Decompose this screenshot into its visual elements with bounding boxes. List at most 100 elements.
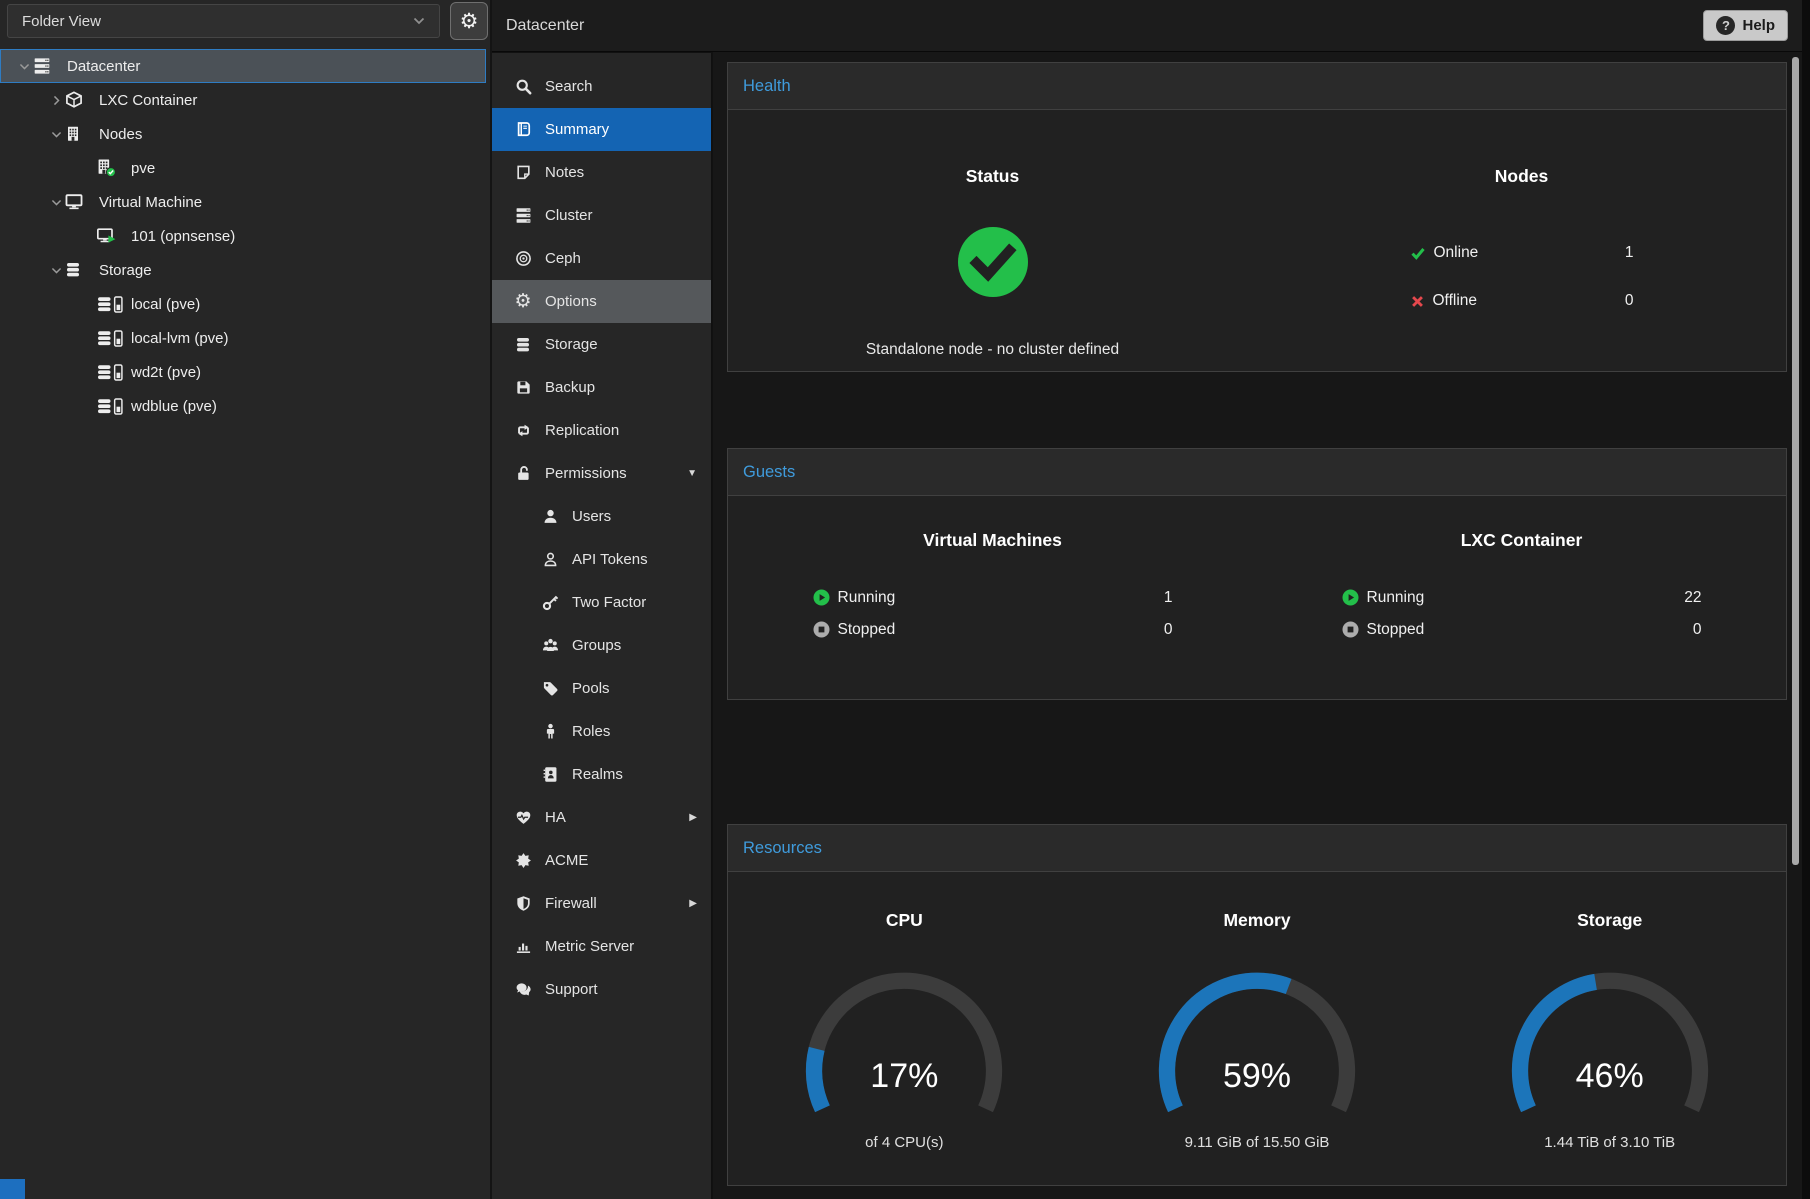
menu-item-label: Replication — [545, 422, 619, 439]
node-online-icon — [97, 159, 116, 177]
menu-item-search[interactable]: Search — [492, 65, 711, 108]
tree-item-wd2t-pve[interactable]: wd2t (pve) — [0, 355, 486, 389]
storage-usage-icon — [97, 330, 124, 347]
storage-usage-icon — [97, 296, 124, 313]
storage-usage-icon — [97, 364, 124, 381]
gauge-sublabel: 1.44 TiB of 3.10 TiB — [1433, 1134, 1786, 1151]
menu-item-groups[interactable]: Groups — [492, 624, 711, 667]
panel-guests: Guests Virtual MachinesRunning1Stopped0L… — [727, 448, 1787, 700]
play-circle-icon — [813, 589, 830, 606]
gauge-memory: Memory 59%9.11 GiB of 15.50 GiB — [1081, 872, 1434, 1185]
guest-column-heading: Virtual Machines — [728, 530, 1257, 551]
menu-item-backup[interactable]: Backup — [492, 366, 711, 409]
menu-item-replication[interactable]: Replication — [492, 409, 711, 452]
tree-item-local-pve[interactable]: local (pve) — [0, 287, 486, 321]
cube-icon — [65, 91, 83, 109]
chevron-down-icon[interactable] — [50, 196, 65, 209]
health-status-column: Status Standalone node - no cluster defi… — [728, 110, 1257, 371]
tree-item-nodes[interactable]: Nodes — [0, 117, 486, 151]
monitor-icon — [65, 194, 83, 211]
cluster-icon — [515, 207, 532, 224]
status-message: Standalone node - no cluster defined — [728, 341, 1257, 359]
guest-row-value: 1 — [1164, 589, 1173, 607]
chevron-right-icon[interactable] — [50, 94, 65, 107]
tree-item-wdblue-pve[interactable]: wdblue (pve) — [0, 389, 486, 423]
menu-item-users[interactable]: Users — [492, 495, 711, 538]
menu-item-metric-server[interactable]: Metric Server — [492, 925, 711, 968]
check-circle-icon — [728, 225, 1257, 304]
menu-item-cluster[interactable]: Cluster — [492, 194, 711, 237]
menu-item-two-factor[interactable]: Two Factor — [492, 581, 711, 624]
panel-title: Guests — [728, 449, 1786, 496]
scrollbar-thumb[interactable] — [1792, 57, 1799, 865]
storage-usage-icon — [97, 398, 124, 415]
gauge-heading: Memory — [1081, 910, 1434, 931]
node-status-label: Online — [1434, 244, 1479, 262]
guest-row-label: Running — [838, 589, 896, 607]
tree-item-label: wdblue (pve) — [131, 398, 217, 415]
tree-settings-button[interactable]: ⚙ — [450, 2, 488, 40]
guest-row-label: Running — [1367, 589, 1425, 607]
node-status-row-online: Online1 — [1396, 236, 1648, 270]
unlock-icon — [515, 465, 532, 482]
guest-row-value: 0 — [1164, 621, 1173, 639]
chevron-down-icon[interactable] — [50, 264, 65, 277]
guest-row-stopped: Stopped0 — [1322, 614, 1722, 645]
ceph-icon — [515, 250, 532, 267]
gauge-cpu: CPU 17%of 4 CPU(s) — [728, 872, 1081, 1185]
user-outline-icon — [542, 551, 559, 568]
help-button-label: Help — [1742, 17, 1775, 34]
tree-item-storage[interactable]: Storage — [0, 253, 486, 287]
stop-circle-icon — [1342, 621, 1359, 638]
node-status-label: Offline — [1433, 292, 1478, 310]
window-edge — [1802, 0, 1810, 1199]
guest-column-heading: LXC Container — [1257, 530, 1786, 551]
menu-item-permissions[interactable]: Permissions▼ — [492, 452, 711, 495]
view-selector-combo[interactable]: Folder View — [7, 4, 440, 38]
menu-item-summary[interactable]: Summary — [492, 108, 711, 151]
chevron-down-icon[interactable] — [50, 128, 65, 141]
health-nodes-column: Nodes Online1Offline0 — [1257, 110, 1786, 371]
menu-item-pools[interactable]: Pools — [492, 667, 711, 710]
chevron-down-icon[interactable] — [18, 60, 33, 73]
menu-item-ha[interactable]: HA▶ — [492, 796, 711, 839]
menu-item-storage[interactable]: Storage — [492, 323, 711, 366]
tree-item-pve[interactable]: pve — [0, 151, 486, 185]
check-icon — [1410, 245, 1426, 261]
tree-item-datacenter[interactable]: Datacenter — [0, 49, 486, 83]
guest-row-label: Stopped — [1367, 621, 1425, 639]
menu-item-options[interactable]: ⚙Options — [492, 280, 711, 323]
menu-item-realms[interactable]: Realms — [492, 753, 711, 796]
comments-icon — [515, 981, 532, 998]
note-icon — [515, 164, 532, 181]
menu-item-notes[interactable]: Notes — [492, 151, 711, 194]
guest-column-lxc-container: LXC ContainerRunning22Stopped0 — [1257, 496, 1786, 699]
floppy-icon — [515, 379, 532, 396]
tree-item-virtual-machine[interactable]: Virtual Machine — [0, 185, 486, 219]
menu-item-ceph[interactable]: Ceph — [492, 237, 711, 280]
cross-icon — [1410, 294, 1425, 309]
menu-item-roles[interactable]: Roles — [492, 710, 711, 753]
chart-icon — [515, 938, 532, 955]
tree-item-101-opnsense[interactable]: 101 (opnsense) — [0, 219, 486, 253]
help-button[interactable]: ? Help — [1703, 10, 1788, 41]
status-heading: Status — [728, 166, 1257, 187]
vm-running-icon — [97, 228, 116, 245]
menu-item-firewall[interactable]: Firewall▶ — [492, 882, 711, 925]
corner-accent — [0, 1179, 25, 1199]
menu-item-label: Roles — [572, 723, 610, 740]
gear-icon: ⚙ — [514, 292, 531, 311]
menu-item-support[interactable]: Support — [492, 968, 711, 1011]
menu-item-label: HA — [545, 809, 566, 826]
menu-item-api-tokens[interactable]: API Tokens — [492, 538, 711, 581]
tree-item-label: local-lvm (pve) — [131, 330, 229, 347]
gauge-percent: 59% — [1132, 1057, 1382, 1096]
menu-item-acme[interactable]: ACME — [492, 839, 711, 882]
node-status-row-offline: Offline0 — [1396, 284, 1648, 318]
chevron-down-icon — [411, 13, 427, 29]
tree-item-label: Nodes — [99, 126, 142, 143]
key-icon — [542, 594, 559, 611]
tree-item-lxc-container[interactable]: LXC Container — [0, 83, 486, 117]
tree-item-local-lvm-pve[interactable]: local-lvm (pve) — [0, 321, 486, 355]
tree-item-label: Datacenter — [67, 58, 140, 75]
